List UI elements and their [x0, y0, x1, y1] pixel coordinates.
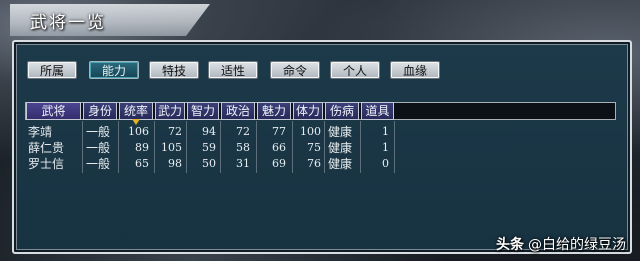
column-header-intelligence[interactable]: 智力 [187, 102, 219, 120]
column-header-leadership[interactable]: 统率 [119, 102, 153, 125]
column-divider [324, 121, 325, 173]
charm-cell: 77 [272, 125, 286, 138]
column-divider [394, 121, 395, 173]
column-header-politics[interactable]: 政治 [221, 102, 255, 120]
item-cell: 1 [382, 125, 389, 138]
tab-ability[interactable]: 能力 [89, 61, 139, 79]
tab-affiliation[interactable]: 所属 [27, 61, 77, 79]
politics-cell: 58 [236, 141, 250, 154]
general-name-cell: 薛仁贵 [28, 141, 65, 155]
injury-cell: 健康 [328, 141, 353, 155]
column-header-stamina[interactable]: 体力 [293, 102, 323, 120]
item-cell: 0 [382, 157, 389, 170]
window-title: 武将一览 [30, 13, 106, 33]
injury-cell: 健康 [328, 125, 353, 139]
war-cell: 105 [161, 141, 182, 154]
watermark-author: @白给的绿豆汤 [528, 237, 626, 253]
stamina-cell: 76 [307, 157, 321, 170]
watermark-brand: 头条 [496, 237, 524, 253]
status-cell: 一般 [86, 141, 111, 155]
stamina-cell: 100 [300, 125, 321, 138]
war-cell: 98 [168, 157, 182, 170]
item-cell: 1 [382, 141, 389, 154]
column-divider [82, 121, 83, 173]
column-header-item[interactable]: 道具 [361, 102, 394, 120]
intelligence-cell: 59 [202, 141, 216, 154]
stamina-cell: 75 [307, 141, 321, 154]
column-header-charm[interactable]: 魅力 [257, 102, 291, 120]
leadership-cell: 65 [135, 157, 149, 170]
leadership-cell: 106 [128, 125, 149, 138]
column-header-injury[interactable]: 伤病 [325, 102, 359, 120]
politics-cell: 72 [236, 125, 250, 138]
leadership-cell: 89 [135, 141, 149, 154]
status-cell: 一般 [86, 157, 111, 171]
charm-cell: 69 [272, 157, 286, 170]
war-cell: 72 [168, 125, 182, 138]
watermark: 头条 @白给的绿豆汤 [496, 234, 626, 254]
general-name-cell: 罗士信 [28, 157, 65, 171]
general-name-cell: 李靖 [28, 125, 53, 139]
tab-command[interactable]: 命令 [270, 61, 320, 79]
injury-cell: 健康 [328, 157, 353, 171]
intelligence-cell: 94 [202, 125, 216, 138]
intelligence-cell: 50 [202, 157, 216, 170]
tab-special-skills[interactable]: 特技 [149, 61, 199, 79]
column-header-status[interactable]: 身份 [83, 102, 117, 120]
tab-personal[interactable]: 个人 [330, 61, 380, 79]
status-cell: 一般 [86, 125, 111, 139]
politics-cell: 31 [236, 157, 250, 170]
column-header-general[interactable]: 武将 [26, 102, 81, 120]
tab-lineage[interactable]: 血缘 [390, 61, 440, 79]
tab-aptitude[interactable]: 适性 [208, 61, 258, 79]
charm-cell: 66 [272, 141, 286, 154]
column-header-war[interactable]: 武力 [155, 102, 185, 120]
